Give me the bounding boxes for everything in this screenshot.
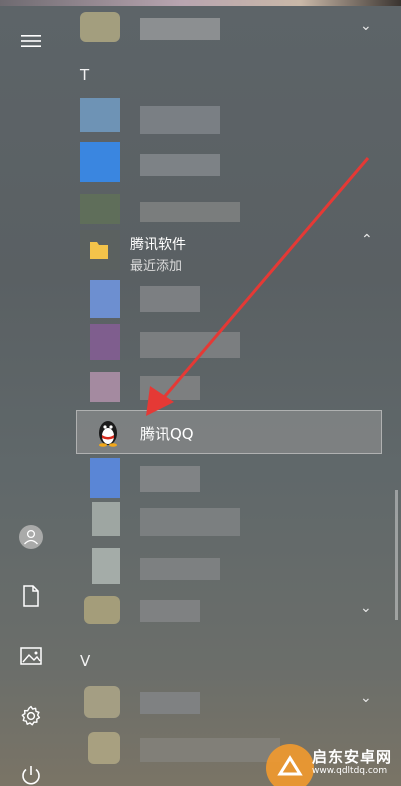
annotation-arrow (146, 157, 370, 416)
watermark-url: www.qdltdq.com (312, 766, 388, 776)
watermark-text: 启东安卓网 (312, 748, 393, 766)
